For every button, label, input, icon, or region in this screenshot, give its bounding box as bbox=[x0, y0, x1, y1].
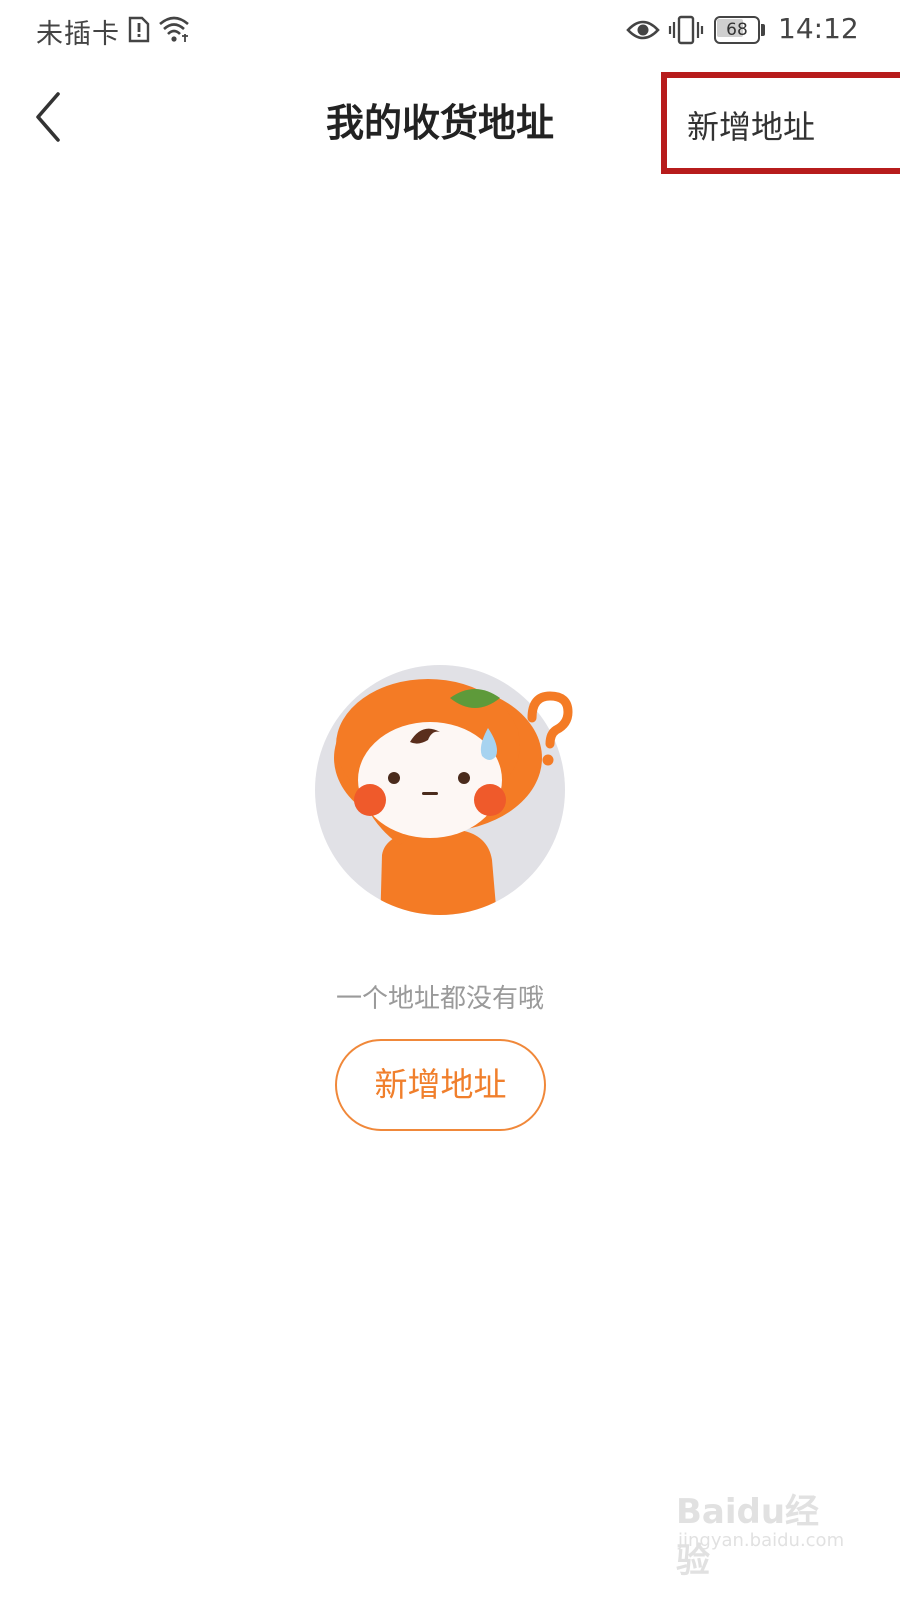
add-address-header-label: 新增地址 bbox=[687, 108, 816, 146]
eye-icon bbox=[626, 20, 660, 40]
confused-mascot-illustration bbox=[315, 665, 573, 915]
watermark-url: jingyan.baidu.com bbox=[678, 1530, 845, 1551]
battery-icon: 68 bbox=[714, 16, 766, 44]
battery-level: 68 bbox=[726, 20, 748, 40]
nav-bar: 我的收货地址 新增地址 bbox=[0, 64, 900, 174]
status-time: 14:12 bbox=[778, 12, 859, 45]
add-address-button-label: 新增地址 bbox=[374, 1065, 507, 1104]
sim-alert-icon bbox=[128, 16, 150, 43]
empty-state-message: 一个地址都没有哦 bbox=[335, 984, 544, 1014]
carrier-label: 未插卡 bbox=[36, 19, 120, 50]
add-address-header-button[interactable]: 新增地址 bbox=[661, 72, 900, 174]
vibrate-icon bbox=[668, 15, 704, 45]
wifi-icon bbox=[159, 16, 189, 42]
baidu-watermark: Baidu经验 jingyan.baidu.com bbox=[676, 1470, 846, 1581]
status-bar: 未插卡 68 14:12 bbox=[0, 0, 900, 64]
add-address-button[interactable]: 新增地址 bbox=[335, 1039, 546, 1131]
